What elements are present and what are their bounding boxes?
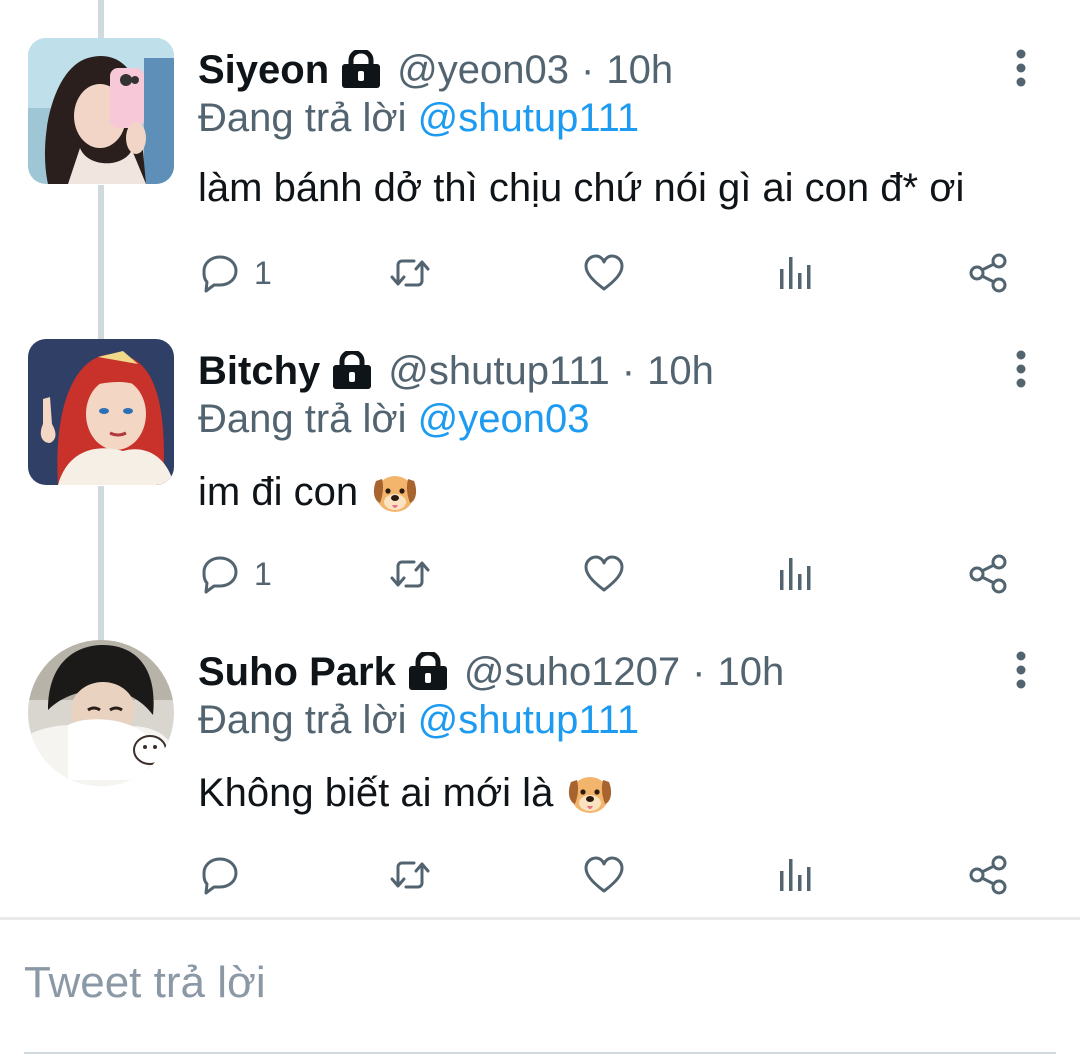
more-vertical-icon[interactable] (1004, 650, 1038, 690)
replying-to-mention[interactable]: @shutup111 (418, 96, 640, 140)
views-icon (780, 859, 811, 891)
reply-button[interactable]: 1 (198, 549, 272, 599)
replying-to-label: Đang trả lời (198, 96, 407, 140)
tweet-text-content: Không biết ai mới là (198, 770, 554, 815)
reply-button[interactable] (198, 850, 254, 900)
replying-to-mention[interactable]: @yeon03 (418, 397, 590, 441)
share-button[interactable] (966, 850, 1010, 900)
tweet[interactable]: Suho Park @suho1207 · 10h Đang trả lời @… (0, 640, 1080, 902)
lock-icon (339, 50, 383, 90)
heart-icon (584, 856, 624, 893)
more-vertical-icon[interactable] (1004, 349, 1038, 389)
display-name[interactable]: Suho Park (198, 650, 396, 695)
retweet-icon (390, 259, 430, 287)
timestamp[interactable]: 10h (718, 650, 785, 695)
tweet-actions (0, 850, 1080, 900)
reply-button[interactable]: 1 (198, 248, 272, 298)
tweet-text-content: làm bánh dở thì chịu chứ nói gì ai con đ… (198, 166, 965, 210)
heart-icon (584, 555, 624, 592)
tweet-header: Suho Park @suho1207 · 10h (198, 646, 784, 698)
replying-to: Đang trả lời @yeon03 (198, 397, 590, 442)
tweet-header: Siyeon @yeon03 · 10h (198, 44, 673, 96)
reply-icon (202, 857, 238, 895)
avatar[interactable] (28, 640, 174, 786)
display-name[interactable]: Bitchy (198, 349, 320, 394)
replying-to: Đang trả lời @shutup111 (198, 96, 639, 141)
share-icon (969, 855, 1007, 895)
replying-to-label: Đang trả lời (198, 698, 407, 742)
user-handle[interactable]: @suho1207 (464, 650, 680, 695)
reply-count: 1 (254, 254, 272, 291)
like-button[interactable] (582, 549, 626, 599)
share-icon (969, 253, 1007, 293)
tweet-text: làm bánh dở thì chịu chứ nói gì ai con đ… (198, 166, 964, 211)
views-icon (780, 257, 811, 289)
reply-count: 1 (254, 555, 272, 592)
tweet-header: Bitchy @shutup111 · 10h (198, 345, 714, 397)
retweet-icon (390, 861, 430, 889)
tweet-text: im đi con (198, 467, 420, 517)
more-vertical-icon[interactable] (1004, 48, 1038, 88)
tweet-actions: 1 (0, 248, 1080, 298)
retweet-button[interactable] (388, 549, 432, 599)
tweet[interactable]: Siyeon @yeon03 · 10h Đang trả lời @shutu… (0, 38, 1080, 300)
reply-input[interactable]: Tweet trả lời (24, 958, 266, 1008)
divider (0, 917, 1080, 920)
separator-dot: · (581, 47, 595, 92)
tweet[interactable]: Bitchy @shutup111 · 10h Đang trả lời @ye… (0, 339, 1080, 601)
timestamp[interactable]: 10h (647, 349, 714, 394)
retweet-button[interactable] (388, 850, 432, 900)
views-button[interactable] (774, 248, 818, 298)
tweet-text: Không biết ai mới là (198, 768, 615, 818)
avatar[interactable] (28, 38, 174, 184)
dog-face-emoji-icon (370, 467, 420, 517)
reply-icon (202, 255, 238, 293)
replying-to: Đang trả lời @shutup111 (198, 698, 639, 743)
retweet-button[interactable] (388, 248, 432, 298)
heart-icon (584, 254, 624, 291)
replying-to-label: Đang trả lời (198, 397, 407, 441)
views-button[interactable] (774, 850, 818, 900)
reply-icon (202, 556, 238, 594)
share-icon (969, 554, 1007, 594)
replying-to-mention[interactable]: @shutup111 (418, 698, 640, 742)
timestamp[interactable]: 10h (606, 48, 673, 93)
tweet-text-content: im đi con (198, 469, 359, 514)
dog-face-emoji-icon (565, 768, 615, 818)
tweet-actions: 1 (0, 549, 1080, 599)
separator-dot: · (692, 649, 706, 694)
lock-icon (330, 351, 374, 391)
retweet-icon (390, 560, 430, 588)
views-button[interactable] (774, 549, 818, 599)
lock-icon (406, 652, 450, 692)
user-handle[interactable]: @shutup111 (388, 349, 610, 394)
user-handle[interactable]: @yeon03 (397, 48, 569, 93)
thread-connector-line (98, 0, 104, 40)
display-name[interactable]: Siyeon (198, 48, 329, 93)
share-button[interactable] (966, 549, 1010, 599)
separator-dot: · (621, 348, 636, 393)
reply-input-underline (24, 1052, 1056, 1054)
views-icon (780, 558, 811, 590)
like-button[interactable] (582, 248, 626, 298)
share-button[interactable] (966, 248, 1010, 298)
avatar[interactable] (28, 339, 174, 485)
like-button[interactable] (582, 850, 626, 900)
